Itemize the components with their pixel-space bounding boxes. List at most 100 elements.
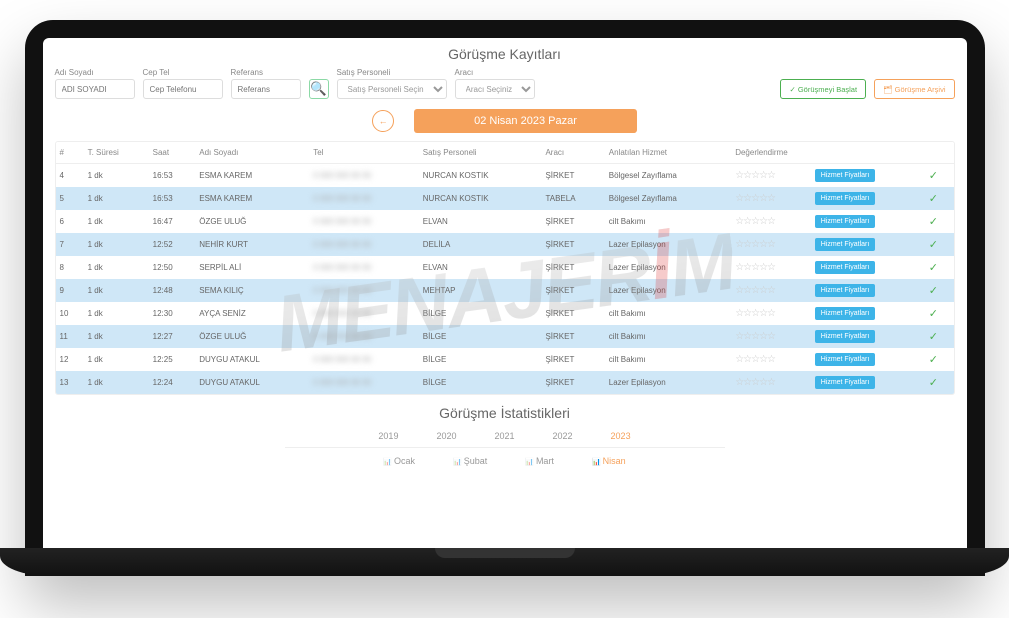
cell-time: 12:24 <box>149 371 196 394</box>
cell-rating[interactable]: ☆☆☆☆☆ <box>731 279 811 302</box>
cell-rating[interactable]: ☆☆☆☆☆ <box>731 210 811 233</box>
check-icon: ✓ <box>929 308 938 320</box>
check-icon: ✓ <box>929 331 938 343</box>
price-button[interactable]: Hizmet Fiyatları <box>815 192 876 205</box>
ref-input[interactable] <box>231 79 301 99</box>
cell-rating[interactable]: ☆☆☆☆☆ <box>731 233 811 256</box>
table-row[interactable]: 51 dk16:53ESMA KAREM0 000 000 00 00NURCA… <box>56 187 954 210</box>
name-input[interactable] <box>55 79 135 99</box>
table-row[interactable]: 91 dk12:48SEMA KILIÇ0 000 000 00 00MEHTA… <box>56 279 954 302</box>
price-button[interactable]: Hizmet Fiyatları <box>815 238 876 251</box>
table-row[interactable]: 131 dk12:24DUYGU ATAKUL0 000 000 00 00Bİ… <box>56 371 954 394</box>
check-icon: ✓ <box>929 377 938 389</box>
table-row[interactable]: 71 dk12:52NEHİR KURT0 000 000 00 00DELİL… <box>56 233 954 256</box>
cell-name: DUYGU ATAKUL <box>195 348 309 371</box>
price-button[interactable]: Hizmet Fiyatları <box>815 307 876 320</box>
table-row[interactable]: 111 dk12:27ÖZGE ULUĞ0 000 000 00 00BİLGE… <box>56 325 954 348</box>
cell-sales: BİLGE <box>419 371 542 394</box>
cell-time: 12:30 <box>149 302 196 325</box>
cell-no: 9 <box>56 279 84 302</box>
table-row[interactable]: 61 dk16:47ÖZGE ULUĞ0 000 000 00 00ELVANŞ… <box>56 210 954 233</box>
cell-name: SERPİL ALİ <box>195 256 309 279</box>
agent-select[interactable]: Aracı Seçiniz <box>455 79 535 99</box>
col-tel: Tel <box>309 142 418 164</box>
stats-title: Görüşme İstatistikleri <box>55 405 955 421</box>
cell-service: Bölgesel Zayıflama <box>605 164 731 188</box>
sales-label: Satış Personeli <box>337 68 447 77</box>
month-tab[interactable]: Mart <box>521 454 558 468</box>
cell-name: NEHİR KURT <box>195 233 309 256</box>
year-tab[interactable]: 2021 <box>490 429 518 443</box>
year-tab[interactable]: 2023 <box>607 429 635 443</box>
cell-agent: ŞİRKET <box>541 164 604 188</box>
cell-tel: 0 000 000 00 00 <box>309 279 418 302</box>
price-button[interactable]: Hizmet Fiyatları <box>815 169 876 182</box>
records-table-wrap[interactable]: # T. Süresi Saat Adı Soyadı Tel Satış Pe… <box>55 141 955 395</box>
cell-agent: TABELA <box>541 187 604 210</box>
cell-agent: ŞİRKET <box>541 210 604 233</box>
check-icon: ✓ <box>929 285 938 297</box>
cell-time: 12:25 <box>149 348 196 371</box>
start-meeting-button[interactable]: ✓ Görüşmeyi Başlat <box>780 79 866 99</box>
cell-no: 6 <box>56 210 84 233</box>
check-icon: ✓ <box>929 170 938 182</box>
table-row[interactable]: 81 dk12:50SERPİL ALİ0 000 000 00 00ELVAN… <box>56 256 954 279</box>
cell-rating[interactable]: ☆☆☆☆☆ <box>731 348 811 371</box>
archive-button[interactable]: 🗂 Görüşme Arşivi <box>874 79 954 99</box>
cell-sales: ELVAN <box>419 210 542 233</box>
star-icon: ☆☆☆☆☆ <box>735 216 775 227</box>
star-icon: ☆☆☆☆☆ <box>735 262 775 273</box>
cell-rating[interactable]: ☆☆☆☆☆ <box>731 371 811 394</box>
cell-service: Bölgesel Zayıflama <box>605 187 731 210</box>
laptop-base <box>0 548 1009 576</box>
price-button[interactable]: Hizmet Fiyatları <box>815 376 876 389</box>
cell-rating[interactable]: ☆☆☆☆☆ <box>731 302 811 325</box>
filter-bar: Adı Soyadı Cep Tel Referans 🔍 Satış Pers… <box>55 68 955 99</box>
cell-tel: 0 000 000 00 00 <box>309 325 418 348</box>
cell-service: Lazer Epilasyon <box>605 233 731 256</box>
search-button[interactable]: 🔍 <box>309 79 329 99</box>
year-tab[interactable]: 2019 <box>374 429 402 443</box>
col-agent: Aracı <box>541 142 604 164</box>
star-icon: ☆☆☆☆☆ <box>735 170 775 181</box>
name-label: Adı Soyadı <box>55 68 135 77</box>
cell-sales: ELVAN <box>419 256 542 279</box>
cell-rating[interactable]: ☆☆☆☆☆ <box>731 187 811 210</box>
month-tab[interactable]: Şubat <box>449 454 491 468</box>
cell-agent: ŞİRKET <box>541 302 604 325</box>
cell-duration: 1 dk <box>84 164 149 188</box>
cell-duration: 1 dk <box>84 279 149 302</box>
cell-rating[interactable]: ☆☆☆☆☆ <box>731 256 811 279</box>
star-icon: ☆☆☆☆☆ <box>735 377 775 388</box>
month-tab[interactable]: Nisan <box>588 454 630 468</box>
prev-date-button[interactable]: ← <box>372 110 394 132</box>
cell-rating[interactable]: ☆☆☆☆☆ <box>731 325 811 348</box>
table-row[interactable]: 101 dk12:30AYÇA SENİZ0 000 000 00 00BİLG… <box>56 302 954 325</box>
table-row[interactable]: 121 dk12:25DUYGU ATAKUL0 000 000 00 00Bİ… <box>56 348 954 371</box>
cell-agent: ŞİRKET <box>541 325 604 348</box>
cell-tel: 0 000 000 00 00 <box>309 187 418 210</box>
year-tab[interactable]: 2022 <box>549 429 577 443</box>
price-button[interactable]: Hizmet Fiyatları <box>815 284 876 297</box>
cell-time: 12:52 <box>149 233 196 256</box>
month-tab[interactable]: Ocak <box>379 454 419 468</box>
price-button[interactable]: Hizmet Fiyatları <box>815 261 876 274</box>
year-tab[interactable]: 2020 <box>432 429 460 443</box>
cell-rating[interactable]: ☆☆☆☆☆ <box>731 164 811 188</box>
cell-sales: BİLGE <box>419 302 542 325</box>
laptop-frame: Görüşme Kayıtları Adı Soyadı Cep Tel Ref… <box>25 20 985 576</box>
cell-duration: 1 dk <box>84 348 149 371</box>
cell-time: 12:27 <box>149 325 196 348</box>
price-button[interactable]: Hizmet Fiyatları <box>815 353 876 366</box>
cell-sales: DELİLA <box>419 233 542 256</box>
cell-name: SEMA KILIÇ <box>195 279 309 302</box>
cell-service: cilt Bakımı <box>605 325 731 348</box>
cell-duration: 1 dk <box>84 187 149 210</box>
table-row[interactable]: 41 dk16:53ESMA KAREM0 000 000 00 00NURCA… <box>56 164 954 188</box>
phone-input[interactable] <box>143 79 223 99</box>
sales-select[interactable]: Satış Personeli Seçiniz <box>337 79 447 99</box>
cell-duration: 1 dk <box>84 210 149 233</box>
price-button[interactable]: Hizmet Fiyatları <box>815 330 876 343</box>
cell-no: 10 <box>56 302 84 325</box>
price-button[interactable]: Hizmet Fiyatları <box>815 215 876 228</box>
